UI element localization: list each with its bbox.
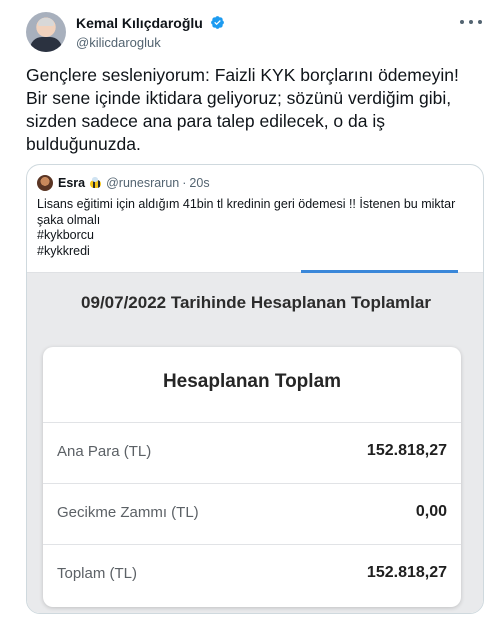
quoted-tweet-header: Esra @runesrarun · 20s [37,175,210,191]
card-title: Hesaplanan Toplam [162,371,342,392]
quoted-tweet[interactable]: Esra @runesrarun · 20s Lisans eğitimi iç… [26,164,484,614]
quoted-author-name[interactable]: Esra [58,176,85,190]
quoted-avatar[interactable] [37,175,53,191]
image-progress-bar [301,270,458,273]
tweet: Kemal Kılıçdaroğlu @kilicdarogluk Gençle… [10,0,490,618]
separator-dot: · [182,176,187,190]
quoted-tweet-image[interactable]: 09/07/2022 Tarihinde Hesaplanan Toplamla… [27,270,483,613]
tweet-text: Gençlere sesleniyorum: Faizli KYK borçla… [26,65,459,154]
avatar-suit [30,37,62,52]
more-options-icon[interactable] [460,16,482,28]
quoted-tweet-text: Lisans eğitimi için aldığım 41bin tl kre… [37,197,456,227]
hashtag-link[interactable]: #kykborcu [37,228,473,244]
author-info: Kemal Kılıçdaroğlu @kilicdarogluk [76,14,225,50]
author-handle[interactable]: @kilicdarogluk [76,35,225,50]
calculation-row: Toplam (TL) 152.818,27 [43,544,461,605]
row-value: 152.818,27 [366,442,447,459]
hashtag-link[interactable]: #kykkredi [37,244,473,260]
verified-badge-icon [211,16,225,30]
calculation-row: Gecikme Zammı (TL) 0,00 [43,483,461,544]
avatar-hair [38,18,54,26]
row-value: 152.818,27 [366,564,447,581]
row-label: Ana Para (TL) [57,443,152,460]
row-label: Gecikme Zammı (TL) [57,504,199,521]
quoted-author-handle[interactable]: @runesrarun [106,176,179,190]
calculation-card: Hesaplanan Toplam Ana Para (TL) 152.818,… [43,347,461,607]
row-value: 0,00 [415,503,447,520]
avatar[interactable] [26,12,66,52]
row-label: Toplam (TL) [57,565,138,582]
calculation-row: Ana Para (TL) 152.818,27 [43,422,461,483]
author-name[interactable]: Kemal Kılıçdaroğlu [76,15,203,31]
calculation-heading: 09/07/2022 Tarihinde Hesaplanan Toplamla… [81,293,431,312]
quoted-timestamp[interactable]: 20s [189,176,209,190]
quoted-tweet-body: Lisans eğitimi için aldığım 41bin tl kre… [37,197,473,259]
bee-emoji-icon [89,176,102,189]
